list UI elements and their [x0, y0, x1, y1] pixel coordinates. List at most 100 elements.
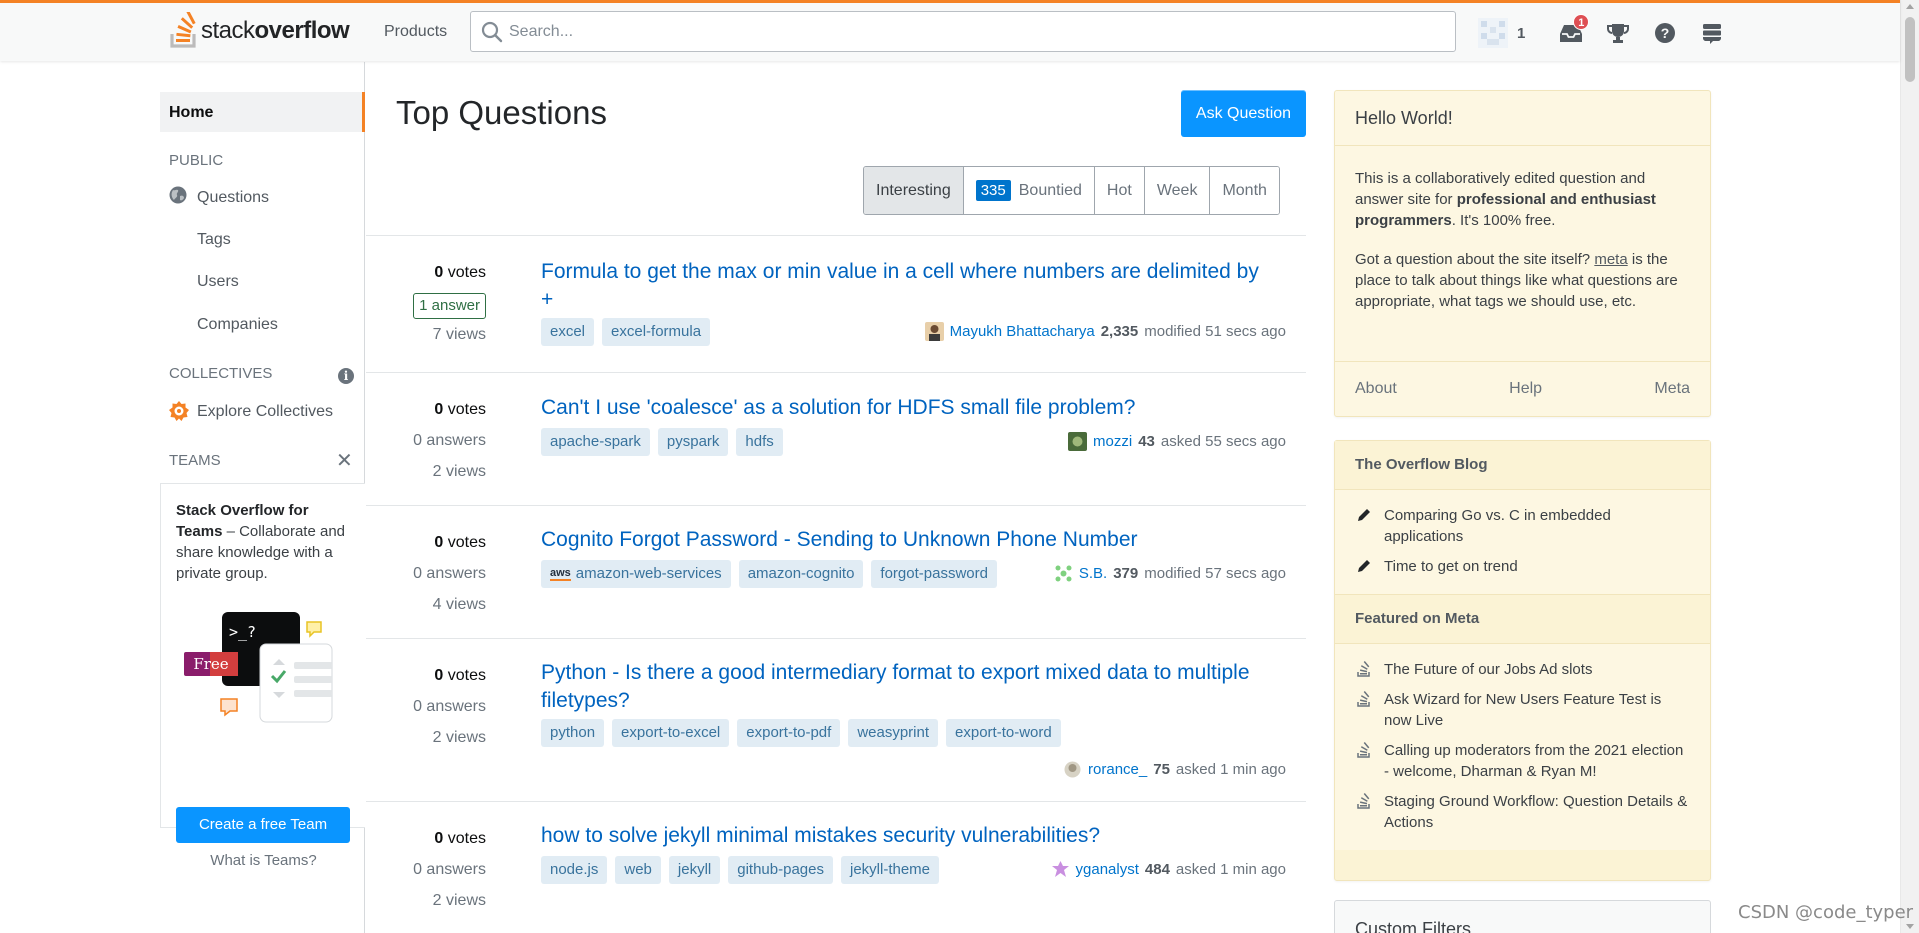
- filter-interesting[interactable]: Interesting: [864, 167, 964, 214]
- page-title: Top Questions: [396, 94, 607, 131]
- trophy-icon: [1606, 24, 1629, 43]
- question-activity[interactable]: modified 51 secs ago: [1144, 323, 1286, 340]
- nav-users[interactable]: Users: [197, 273, 239, 291]
- meta-item[interactable]: Staging Ground Workflow: Question Detail…: [1355, 791, 1690, 833]
- question-activity[interactable]: modified 57 secs ago: [1144, 565, 1286, 582]
- products-menu[interactable]: Products: [372, 17, 459, 47]
- user-link[interactable]: yganalyst: [1076, 861, 1139, 878]
- user-link[interactable]: S.B.: [1079, 565, 1107, 582]
- tag-label: amazon-web-services: [575, 565, 722, 582]
- question-title-link[interactable]: how to solve jekyll minimal mistakes sec…: [541, 822, 1261, 850]
- tag[interactable]: amazon-cognito: [738, 560, 864, 588]
- ask-question-button[interactable]: Ask Question: [1181, 90, 1306, 137]
- answer-count: 0 answers: [413, 698, 486, 715]
- view-count: 2 views: [432, 463, 486, 480]
- teams-illustration-icon: >_? Free: [184, 612, 333, 723]
- tag[interactable]: export-to-excel: [612, 719, 730, 747]
- question-title-link[interactable]: Formula to get the max or min value in a…: [541, 258, 1261, 314]
- blog-item[interactable]: Comparing Go vs. C in embedded applicati…: [1355, 505, 1690, 547]
- hello-world-body: This is a collaboratively edited questio…: [1335, 146, 1710, 312]
- user-avatar[interactable]: [1478, 18, 1508, 48]
- search-box[interactable]: [470, 11, 1456, 52]
- scroll-thumb[interactable]: [1905, 17, 1915, 82]
- tag[interactable]: node.js: [541, 856, 608, 884]
- tag[interactable]: jekyll: [668, 856, 721, 884]
- nav-tags[interactable]: Tags: [197, 231, 231, 249]
- tag[interactable]: weasyprint: [848, 719, 939, 747]
- user-link[interactable]: rorance_: [1088, 761, 1147, 778]
- vote-count: 0 votes: [434, 534, 486, 551]
- meta-item[interactable]: The Future of our Jobs Ad slots: [1355, 659, 1690, 680]
- filter-bountied[interactable]: 335 Bountied: [963, 167, 1095, 214]
- tag[interactable]: aws amazon-web-services: [541, 560, 731, 588]
- question-title-link[interactable]: Python - Is there a good intermediary fo…: [541, 659, 1261, 715]
- hello-paragraph-2: Got a question about the site itself? me…: [1355, 251, 1678, 310]
- nav-questions[interactable]: Questions: [197, 189, 269, 207]
- question-item: 0 votes 0 answers 2 views Can't I use 'c…: [366, 373, 1306, 506]
- meta-link[interactable]: meta: [1594, 251, 1627, 268]
- question-meta: rorance_ 75 asked 1 min ago: [1063, 760, 1286, 779]
- featured-meta-list: The Future of our Jobs Ad slots Ask Wiza…: [1335, 644, 1710, 850]
- create-team-button[interactable]: Create a free Team: [176, 807, 350, 843]
- logo-text: stackoverflow: [201, 17, 350, 44]
- about-link[interactable]: About: [1355, 380, 1397, 398]
- close-icon[interactable]: ✕: [336, 448, 353, 473]
- top-icons: 1 1 ?: [1478, 11, 1735, 55]
- question-activity[interactable]: asked 1 min ago: [1176, 761, 1286, 778]
- question-activity[interactable]: asked 1 min ago: [1176, 861, 1286, 878]
- tag[interactable]: excel-formula: [602, 318, 711, 346]
- nav-public-label: PUBLIC: [169, 152, 224, 169]
- filter-week[interactable]: Week: [1144, 167, 1211, 214]
- meta-item[interactable]: Ask Wizard for New Users Feature Test is…: [1355, 689, 1690, 731]
- stack-exchange-icon: [1702, 24, 1721, 44]
- achievements-button[interactable]: [1594, 11, 1641, 55]
- scroll-up-arrow-icon[interactable]: [1906, 4, 1914, 9]
- user-link[interactable]: Mayukh Bhattacharya: [950, 323, 1095, 340]
- meta-item[interactable]: Calling up moderators from the 2021 elec…: [1355, 740, 1690, 782]
- hello-paragraph-1: This is a collaboratively edited questio…: [1355, 170, 1656, 229]
- question-activity[interactable]: asked 55 secs ago: [1161, 433, 1286, 450]
- tag[interactable]: github-pages: [728, 856, 833, 884]
- page-scrollbar[interactable]: [1900, 0, 1919, 933]
- nav-home[interactable]: Home: [160, 92, 365, 132]
- filter-month[interactable]: Month: [1210, 167, 1279, 214]
- tag[interactable]: python: [541, 719, 605, 747]
- search-input[interactable]: [509, 12, 1409, 51]
- help-button[interactable]: ?: [1641, 11, 1688, 55]
- user-link[interactable]: mozzi: [1093, 433, 1132, 450]
- tag[interactable]: forgot-password: [871, 560, 997, 588]
- tag[interactable]: web: [615, 856, 661, 884]
- main-content: Top Questions Ask Question Interesting 3…: [366, 62, 1306, 933]
- meta-footer-link[interactable]: Meta: [1654, 380, 1690, 398]
- nav-teams-label: TEAMS: [169, 452, 221, 469]
- what-is-teams-link[interactable]: What is Teams?: [161, 852, 366, 869]
- user-reputation: 43: [1138, 433, 1155, 450]
- help-link[interactable]: Help: [1509, 380, 1542, 398]
- stackoverflow-logo[interactable]: stackoverflow: [169, 11, 350, 51]
- tag[interactable]: export-to-pdf: [737, 719, 841, 747]
- site-switcher-button[interactable]: [1688, 11, 1735, 55]
- blog-item[interactable]: Time to get on trend: [1355, 556, 1690, 577]
- answer-count: 1 answer: [413, 293, 486, 319]
- inbox-button[interactable]: 1: [1547, 11, 1594, 55]
- nav-explore-collectives[interactable]: Explore Collectives: [197, 403, 333, 421]
- tag[interactable]: pyspark: [657, 428, 729, 456]
- vote-count: 0 votes: [434, 667, 486, 684]
- user-avatar-icon: [924, 322, 944, 341]
- view-count: 2 views: [432, 729, 486, 746]
- tag[interactable]: hdfs: [736, 428, 783, 456]
- nav-companies[interactable]: Companies: [197, 316, 278, 334]
- meta-item-label: Staging Ground Workflow: Question Detail…: [1384, 793, 1688, 831]
- free-badge: Free: [193, 655, 228, 673]
- tag[interactable]: jekyll-theme: [840, 856, 940, 884]
- scroll-down-arrow-icon[interactable]: [1906, 924, 1914, 929]
- tag[interactable]: apache-spark: [541, 428, 650, 456]
- question-title-link[interactable]: Cognito Forgot Password - Sending to Unk…: [541, 526, 1261, 554]
- question-stats: 0 votes 0 answers 2 views: [366, 399, 486, 492]
- question-title-link[interactable]: Can't I use 'coalesce' as a solution for…: [541, 394, 1261, 422]
- view-count: 2 views: [432, 892, 486, 909]
- tag[interactable]: excel: [541, 318, 595, 346]
- info-icon[interactable]: i: [338, 368, 354, 384]
- filter-hot[interactable]: Hot: [1094, 167, 1145, 214]
- tag[interactable]: export-to-word: [946, 719, 1061, 747]
